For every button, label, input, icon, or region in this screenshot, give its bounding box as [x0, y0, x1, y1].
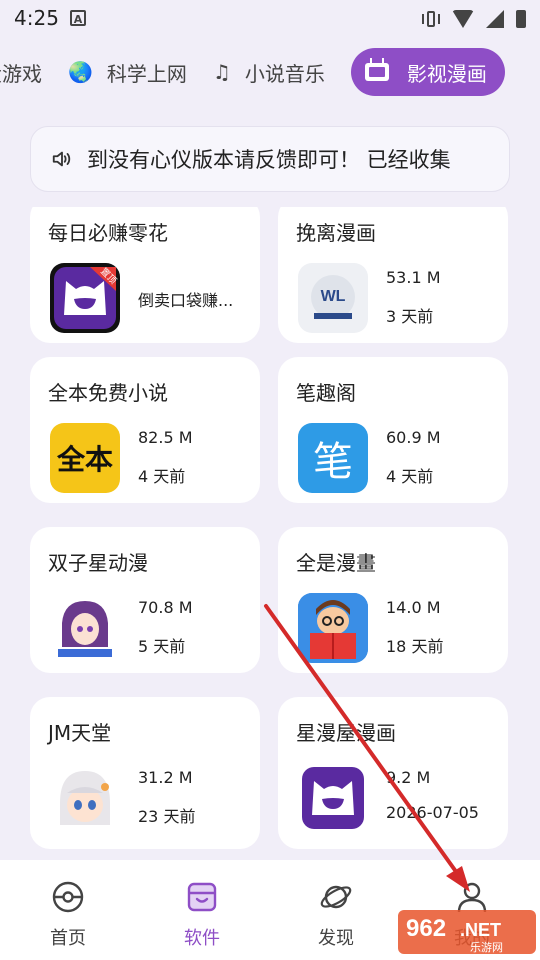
globe-icon: 🌏 [68, 60, 93, 84]
svg-text:WL: WL [321, 288, 346, 305]
app-name: 笔趣阁 [296, 381, 356, 405]
app-name: 双子星动漫 [48, 551, 148, 575]
app-name: 星漫屋漫画 [296, 721, 396, 745]
pokeball-icon [52, 881, 84, 913]
biquge-app-icon: 笔 [298, 423, 368, 493]
star-manga-app-icon [298, 763, 368, 833]
tab-label: 影视漫画 [406, 61, 487, 86]
watermark-logo: 962 .NET 乐游网 [398, 906, 536, 956]
wanli-comics-app-icon: WL [298, 263, 368, 333]
app-name: 挽离漫画 [296, 221, 376, 245]
tab-games[interactable]: 大游戏 [0, 48, 42, 96]
app-size: 82.5 M [138, 428, 193, 447]
nav-software[interactable]: 软件 [162, 880, 242, 950]
app-size: 31.2 M [138, 768, 193, 787]
notification-icon: A [70, 10, 86, 26]
status-icons [422, 8, 526, 30]
nav-label: 首页 [50, 928, 86, 949]
app-name: 全是漫畫 [296, 551, 376, 575]
quanben-app-icon: 全本 [50, 423, 120, 493]
app-size: 14.0 M [386, 598, 441, 617]
music-note-icon: ♫ [212, 60, 231, 84]
app-date: 5 天前 [138, 637, 186, 656]
watermark-sub: 乐游网 [470, 941, 503, 954]
status-bar: 4:25 A [0, 0, 540, 36]
app-card[interactable]: 全本免费小说 全本 82.5 M 4 天前 [30, 357, 260, 503]
all-manga-app-icon [298, 593, 368, 663]
app-date: 4 天前 [386, 467, 434, 486]
tab-label: 小说音乐 [244, 61, 325, 86]
app-card[interactable]: JM天堂 31.2 M 23 天前 [30, 697, 260, 849]
tab-video-comics[interactable]: 影视漫画 [350, 48, 505, 96]
app-size: 53.1 M [386, 268, 441, 287]
signal-icon [486, 10, 504, 28]
app-card[interactable]: 挽离漫画 WL 53.1 M 3 天前 [278, 207, 508, 343]
app-date: 18 天前 [386, 637, 444, 656]
app-date: 4 天前 [138, 467, 186, 486]
app-date: 2026-07-05 [386, 803, 479, 822]
tv-icon [364, 63, 389, 81]
app-size: 9.2 M [386, 768, 431, 787]
tab-label: 大游戏 [0, 61, 42, 86]
watermark-suffix: .NET [460, 920, 501, 940]
vibrate-icon [422, 10, 440, 28]
daily-earn-app-icon: 置顶 [50, 263, 120, 333]
app-date: 23 天前 [138, 807, 196, 826]
tab-vpn[interactable]: 🌏 科学上网 [68, 48, 187, 96]
battery-icon [516, 10, 526, 28]
speaker-icon [52, 151, 71, 167]
app-card[interactable]: 每日必赚零花 置顶 倒卖口袋赚... [30, 207, 260, 343]
app-card[interactable]: 笔趣阁 笔 60.9 M 4 天前 [278, 357, 508, 503]
nav-label: 发现 [318, 928, 354, 949]
nav-discover[interactable]: 发现 [296, 880, 376, 950]
software-box-icon [187, 882, 217, 912]
notice-text: 到没有心仪版本请反馈即可！ 已经收集 [87, 148, 451, 172]
nav-home[interactable]: 首页 [28, 880, 108, 950]
app-name: JM天堂 [48, 721, 112, 745]
wifi-icon [452, 10, 474, 28]
notice-banner[interactable]: 到没有心仪版本请反馈即可！ 已经收集 [30, 126, 510, 192]
app-card[interactable]: 星漫屋漫画 9.2 M 2026-07-05 [278, 697, 508, 849]
app-card[interactable]: 双子星动漫 70.8 M 5 天前 [30, 527, 260, 673]
app-name: 全本免费小说 [48, 381, 168, 405]
planet-icon [320, 885, 352, 909]
watermark-brand: 962 [406, 915, 446, 942]
icon-text: 笔 [313, 439, 353, 485]
status-time: 4:25 [14, 6, 59, 30]
app-grid: 每日必赚零花 置顶 倒卖口袋赚... 挽离漫画 WL 53.1 M 3 天前 全… [0, 207, 540, 860]
jm-heaven-app-icon [50, 763, 120, 833]
tab-novel-music[interactable]: ♫ 小说音乐 [213, 48, 325, 96]
category-tabs: 大游戏 🌏 科学上网 ♫ 小说音乐 影视漫画 [0, 44, 540, 104]
app-size: 60.9 M [386, 428, 441, 447]
app-card[interactable]: 全是漫畫 14.0 M 18 天前 [278, 527, 508, 673]
app-size: 70.8 M [138, 598, 193, 617]
app-description: 倒卖口袋赚... [138, 291, 234, 310]
nav-label: 软件 [184, 928, 220, 949]
tab-label: 科学上网 [106, 61, 187, 86]
app-date: 3 天前 [386, 307, 434, 326]
gemini-anime-app-icon [50, 593, 120, 663]
icon-text: 全本 [56, 443, 113, 476]
app-name: 每日必赚零花 [48, 221, 168, 245]
